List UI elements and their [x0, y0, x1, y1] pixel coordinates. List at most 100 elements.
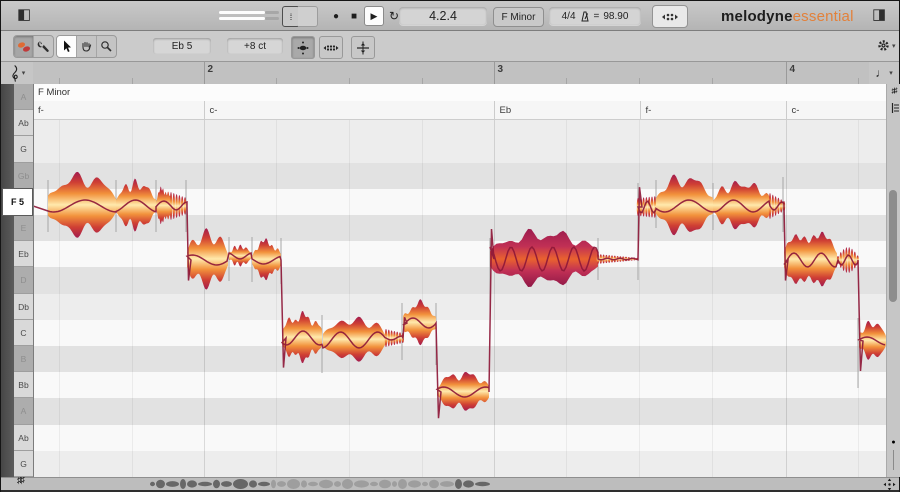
chord-symbol-icon[interactable]	[889, 102, 900, 114]
note-blob-Eb5[interactable]	[784, 231, 837, 287]
note-ripple-F5[interactable]	[169, 192, 187, 220]
overview-blob	[319, 479, 333, 489]
note-assignment-icon	[662, 13, 678, 20]
song-position-display[interactable]: 4.2.4	[399, 7, 487, 25]
note-blob-C5[interactable]	[282, 311, 322, 364]
pitch-cents-readout[interactable]: +8 ct	[227, 38, 283, 54]
key-cell[interactable]: G	[14, 136, 33, 163]
tempo-field[interactable]: 4/4 = 98.90	[549, 7, 641, 25]
clef-dropdown-arrow[interactable]: ▾	[22, 69, 26, 77]
note-editor-grid[interactable]	[33, 84, 886, 477]
chord-cell[interactable]: c-	[203, 101, 495, 119]
overview-blob	[213, 479, 220, 489]
vertical-zoom-dot[interactable]: ●	[887, 439, 900, 446]
time-grid-button[interactable]	[319, 36, 343, 59]
note-value-selector[interactable]: ♩ ▾	[869, 62, 899, 85]
key-cell[interactable]: Bb	[14, 372, 33, 398]
note-ripple-C5[interactable]	[384, 329, 405, 347]
note-assignment-button[interactable]	[652, 5, 688, 28]
wrench-tool-button[interactable]	[34, 36, 53, 57]
bar-number: 2	[207, 64, 214, 75]
chord-cell[interactable]: f-	[639, 101, 787, 119]
key-cell[interactable]: E	[14, 215, 33, 241]
vertical-scrollbar-thumb[interactable]	[889, 190, 897, 302]
gear-dropdown-arrow[interactable]: ▾	[892, 42, 896, 50]
note-pitch-readout[interactable]: Eb 5	[153, 38, 211, 54]
key-selector-button[interactable]: F Minor	[493, 7, 544, 27]
overview-blob	[455, 479, 462, 489]
chord-cell[interactable]: c-	[785, 101, 888, 119]
key-cell[interactable]: G	[14, 451, 33, 477]
key-cell[interactable]: D	[14, 267, 33, 294]
pitch-ruler[interactable]: A Ab G Gb F 5 E Eb D Db C B Bb A Ab G	[2, 84, 34, 477]
zoom-tool-button[interactable]	[97, 36, 116, 57]
vertical-zoom-track[interactable]	[893, 450, 894, 470]
volume-bar-top-filled	[219, 11, 265, 14]
overview-blob	[354, 480, 369, 488]
note-blob-Eb5[interactable]	[187, 228, 228, 290]
note-blob-Bb4[interactable]	[437, 371, 489, 411]
cursor-tool-group	[56, 35, 117, 58]
volume-slider[interactable]	[219, 9, 279, 23]
overview-blob	[249, 480, 257, 488]
key-cell[interactable]: Gb	[14, 163, 33, 189]
main-tool-group	[13, 35, 54, 58]
key-signature-row[interactable]: F Minor	[33, 84, 886, 102]
key-cell[interactable]: C	[14, 320, 33, 346]
overview-blob	[475, 481, 490, 487]
reference-key-cell[interactable]: F 5	[2, 188, 33, 216]
chord-track[interactable]: f-c- Eb f-c-	[33, 101, 886, 120]
blob-tool-button[interactable]	[14, 36, 34, 57]
overview-blob	[277, 481, 286, 487]
key-cell[interactable]: Ab	[14, 425, 33, 451]
note-blob-F5[interactable]	[48, 171, 116, 238]
key-cell[interactable]: B	[14, 346, 33, 372]
tempo-value[interactable]: 98.90	[603, 11, 628, 22]
note-blob-F5[interactable]	[116, 178, 156, 232]
overview-blob	[166, 481, 179, 487]
scale-sharps-icon[interactable]: ♯♯	[887, 86, 900, 95]
treble-clef-icon	[12, 64, 18, 82]
key-cell[interactable]: A	[14, 84, 33, 110]
right-scroll-column: ♯♯ ●	[886, 84, 900, 477]
chord-label: c-	[209, 104, 218, 116]
toggle-left-panel-icon[interactable]: ◧	[17, 7, 31, 22]
logo-brand: melodyne	[721, 8, 793, 25]
chord-cell[interactable]: f-	[33, 101, 204, 119]
arrow-tool-button[interactable]	[57, 36, 77, 57]
monitor-blank-button[interactable]	[298, 6, 318, 27]
note-separation-icon	[357, 41, 369, 54]
clef-selector[interactable]: ▾	[1, 62, 33, 85]
note-blob-F5[interactable]	[656, 174, 713, 236]
overview-blob	[187, 480, 197, 488]
note-ripple-Eb5[interactable]	[836, 247, 859, 273]
key-cell[interactable]: Db	[14, 294, 33, 320]
note-separation-button[interactable]	[351, 36, 375, 59]
note-blob-Eb5[interactable]	[252, 238, 281, 281]
bar-ruler[interactable]: 2 3 4	[33, 62, 886, 85]
chord-label: c-	[791, 104, 800, 116]
key-cell[interactable]: Ab	[14, 110, 33, 136]
hand-tool-button[interactable]	[77, 36, 97, 57]
record-button[interactable]: ●	[329, 8, 343, 24]
key-signature-label: F Minor	[38, 87, 71, 98]
overview-blob	[379, 479, 391, 489]
note-dropdown-arrow[interactable]: ▾	[889, 69, 893, 77]
melodyne-window: ◧ ⁞ ● ■ ▶ ↻ 4.2.4 F Minor 4/4 = 98.90 me…	[0, 0, 900, 492]
key-cell[interactable]: Eb	[14, 241, 33, 267]
play-button[interactable]: ▶	[364, 6, 384, 26]
overview-blob	[221, 481, 232, 487]
notes-layer	[33, 171, 886, 419]
chord-cell[interactable]: Eb	[493, 101, 641, 119]
toggle-right-panel-icon[interactable]: ◨	[872, 7, 886, 22]
stop-button[interactable]: ■	[348, 8, 360, 24]
metronome-icon	[580, 11, 589, 21]
overview-blob	[287, 479, 300, 489]
time-signature[interactable]: 4/4	[562, 11, 576, 22]
tempo-equals: =	[593, 10, 600, 22]
pitch-grid-snap-button[interactable]	[291, 36, 315, 59]
key-cell[interactable]: A	[14, 398, 33, 425]
overview-bar[interactable]: ♯♯	[1, 475, 899, 491]
settings-control[interactable]: ▾	[877, 39, 896, 52]
left-edge-strip	[1, 84, 14, 477]
